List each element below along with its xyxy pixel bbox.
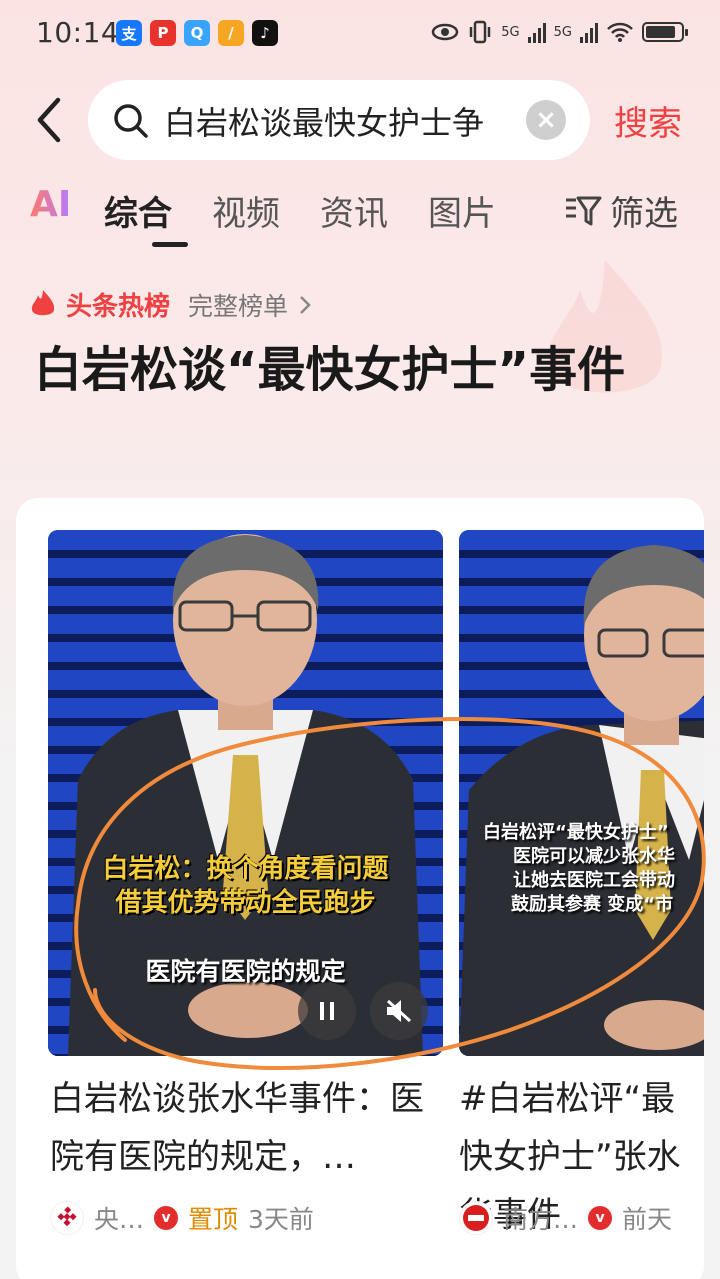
tab-images[interactable]: 图片 <box>428 186 496 235</box>
video1-caption-line1: 白岩松：换个角度看问题 <box>102 854 389 884</box>
hot-list-label: 头条热榜 <box>66 292 171 322</box>
video-result-card: 白岩松：换个角度看问题 借其优势带动全民跑步 医院有医院的规定 白岩松评“最快女… <box>16 498 704 1279</box>
video-thumbnail-1[interactable]: 白岩松：换个角度看问题 借其优势带动全民跑步 医院有医院的规定 <box>48 530 443 1056</box>
search-icon <box>114 104 148 138</box>
video1-title[interactable]: 白岩松谈张水华事件：医院有医院的规定，… <box>50 1070 430 1186</box>
search-box[interactable]: 白岩松谈最快女护士争 × <box>88 80 590 160</box>
video2-caption-line3: 让她去医院工会带动 <box>513 870 675 891</box>
video2-source[interactable]: 南方… <box>503 1200 578 1236</box>
filter-icon <box>566 196 602 225</box>
clear-search-button[interactable]: × <box>526 100 566 140</box>
video2-caption-line4: 鼓励其参赛 变成“市 <box>511 894 674 915</box>
newspaper-logo-icon <box>459 1201 493 1235</box>
muted-speaker-icon <box>386 999 412 1023</box>
mute-button[interactable] <box>370 982 428 1040</box>
video1-time: 3天前 <box>248 1205 314 1234</box>
close-icon: × <box>535 105 557 135</box>
signal1-bars-icon <box>527 21 546 43</box>
tab-video[interactable]: 视频 <box>212 186 280 235</box>
chevron-left-icon <box>37 97 61 143</box>
anchor-figure <box>459 545 704 1056</box>
verified-icon: v <box>154 1206 179 1230</box>
pinned-badge: 置顶 <box>188 1205 239 1234</box>
app-chat-icon: Q <box>184 20 210 46</box>
video2-caption-line1: 白岩松评“最快女护士” <box>483 822 669 843</box>
flame-icon <box>31 289 55 315</box>
battery-icon <box>642 22 688 42</box>
app-red-icon: P <box>150 20 176 46</box>
pause-button[interactable] <box>298 982 356 1040</box>
wifi-icon <box>607 22 633 42</box>
tab-comprehensive[interactable]: 综合 <box>104 186 172 235</box>
eye-icon <box>432 23 459 41</box>
video1-subtitle: 医院有医院的规定 <box>145 957 346 986</box>
search-input[interactable]: 白岩松谈最快女护士争 <box>164 98 524 144</box>
search-button[interactable]: 搜索 <box>614 96 682 145</box>
full-list-link[interactable]: 完整榜单 <box>188 287 288 323</box>
back-button[interactable] <box>30 96 70 144</box>
chevron-right-icon <box>300 295 311 314</box>
video1-meta: 央… v 置顶 3天前 <box>50 1200 314 1236</box>
signal2-bars-icon <box>580 21 598 43</box>
search-tabs: AI 综合 视频 资讯 图片 筛选 <box>30 184 720 247</box>
active-tab-indicator <box>152 242 188 247</box>
vibrate-icon <box>470 20 491 44</box>
tiktok-icon: ♪ <box>252 20 278 46</box>
signal1-label: 5G <box>501 24 520 40</box>
hot-list-row[interactable]: 头条热榜 完整榜单 <box>30 286 312 323</box>
video1-source[interactable]: 央… <box>94 1200 144 1236</box>
video1-caption-line2: 借其优势带动全民跑步 <box>115 888 376 918</box>
alipay-icon: 支 <box>116 20 142 46</box>
status-indicators: 5G 5G <box>431 20 688 44</box>
video-thumbnail-2[interactable]: 白岩松评“最快女护士” 医院可以减少张水华 让她去医院工会带动 鼓励其参赛 变成… <box>459 530 704 1056</box>
battery-level <box>646 26 675 38</box>
video2-caption-line2: 医院可以减少张水华 <box>513 846 675 867</box>
pause-icon <box>320 1002 334 1020</box>
filter-button[interactable]: 筛选 <box>564 186 678 235</box>
tab-ai[interactable]: AI <box>30 184 71 225</box>
hot-headline[interactable]: 白岩松谈“最快女护士”事件 <box>34 336 684 404</box>
verified-icon: v <box>588 1206 613 1230</box>
filter-label: 筛选 <box>610 194 678 234</box>
notification-app-icons: 支 P Q / ♪ <box>116 20 278 46</box>
cctv-logo-icon <box>50 1201 84 1235</box>
tab-news[interactable]: 资讯 <box>320 186 388 235</box>
video2-time: 前天 <box>622 1205 673 1234</box>
status-time: 10:14 <box>36 16 120 49</box>
app-orange-icon: / <box>218 20 244 46</box>
signal2-label: 5G <box>553 24 572 40</box>
status-bar: 10:14 支 P Q / ♪ 5G 5G <box>0 0 720 70</box>
video2-meta: 南方… v 前天 <box>459 1200 672 1236</box>
